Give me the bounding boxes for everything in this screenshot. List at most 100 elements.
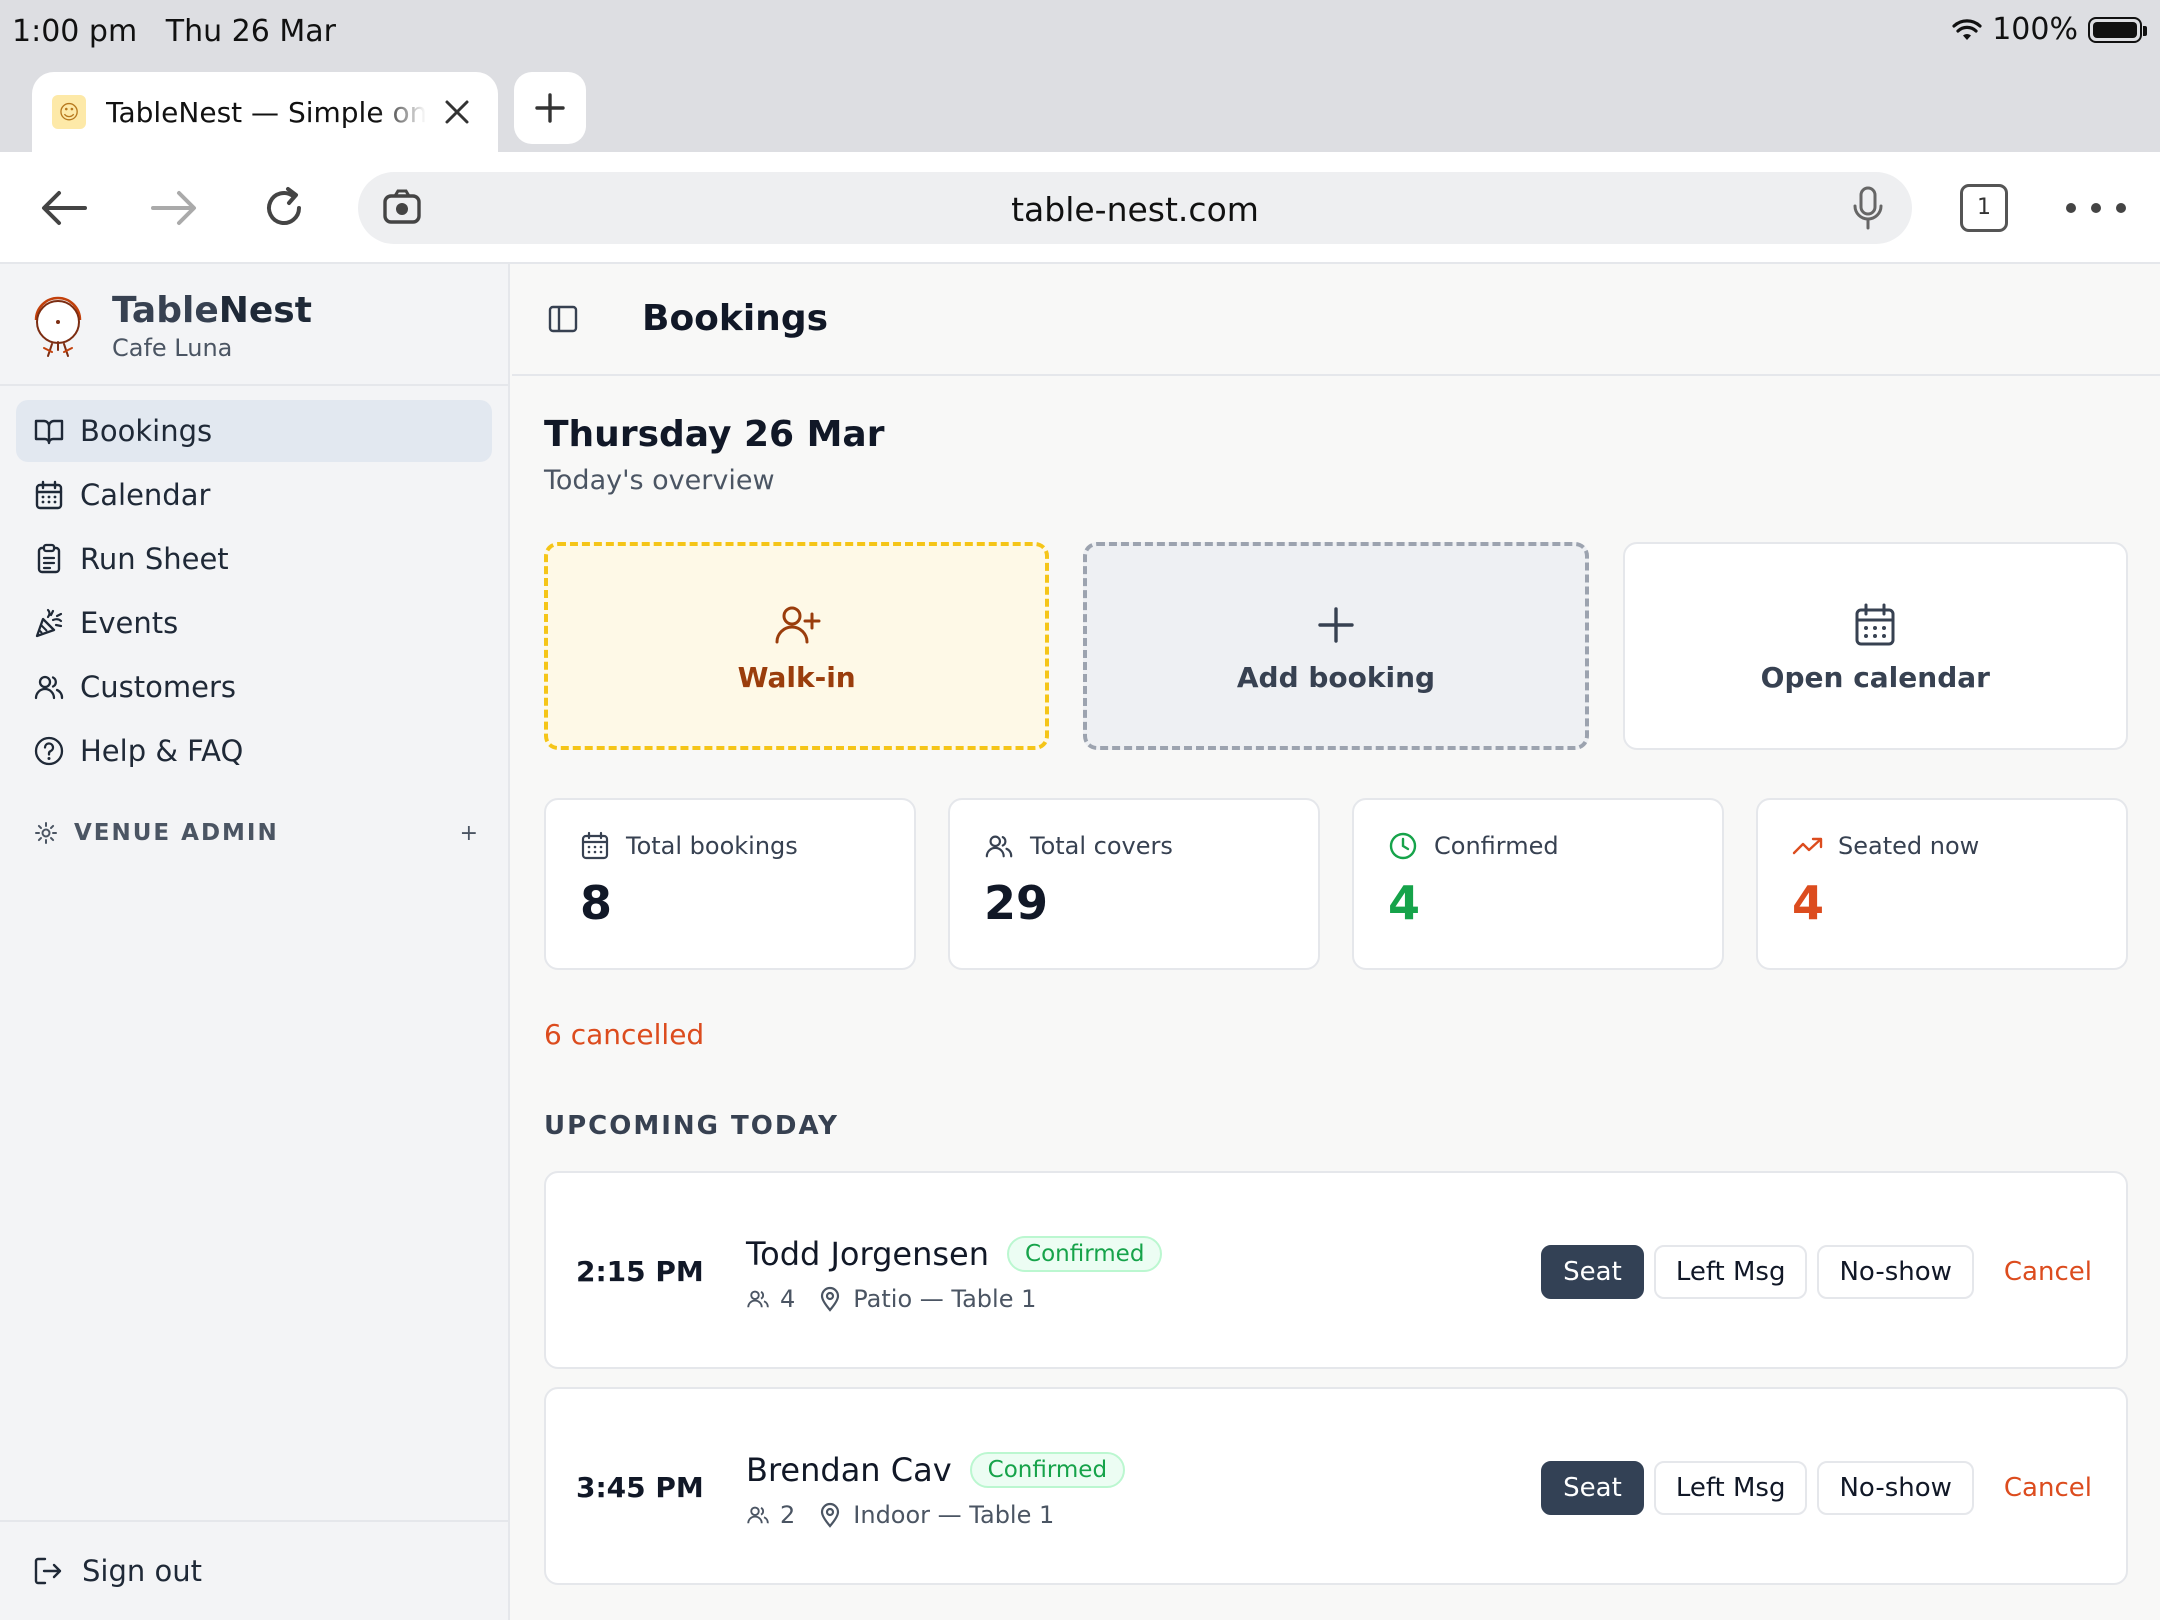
user-plus-icon: [771, 599, 823, 651]
sidebar-item-customers[interactable]: Customers: [16, 656, 492, 718]
users-icon: [984, 830, 1016, 862]
battery-percent: 100%: [1992, 12, 2078, 47]
users-icon: [746, 1502, 772, 1528]
battery-icon: [2088, 16, 2147, 43]
tab-count-button[interactable]: 1: [1960, 184, 2008, 232]
sidebar-item-label: Customers: [80, 670, 236, 704]
stat-total-covers: Total covers 29: [948, 798, 1320, 970]
gear-icon: [32, 819, 60, 847]
seat-button[interactable]: Seat: [1541, 1245, 1644, 1299]
status-right: 100%: [1952, 12, 2147, 47]
book-open-icon: [32, 414, 66, 448]
reload-icon: [267, 187, 301, 225]
stat-total-bookings: Total bookings 8: [544, 798, 916, 970]
venue-admin-label: VENUE ADMIN: [74, 820, 279, 846]
status-badge: Confirmed: [1007, 1236, 1163, 1272]
booking-name: Todd Jorgensen: [746, 1235, 990, 1273]
calendar-icon: [580, 830, 612, 862]
plus-icon: [1310, 599, 1362, 651]
stat-label: Confirmed: [1434, 832, 1559, 860]
sidebar-item-label: Run Sheet: [80, 542, 229, 576]
browser-toolbar: table-nest.com 1: [0, 152, 2160, 264]
plus-icon: [535, 93, 565, 123]
clock-icon: [1388, 830, 1420, 862]
sidebar-item-help[interactable]: Help & FAQ: [16, 720, 492, 782]
left-msg-button[interactable]: Left Msg: [1653, 1245, 1808, 1299]
close-tab-icon[interactable]: [440, 95, 474, 129]
microphone-icon[interactable]: [1846, 184, 1890, 232]
seat-button[interactable]: Seat: [1541, 1461, 1644, 1515]
stat-label: Total covers: [1030, 832, 1173, 860]
stats-row: Total bookings 8 Total covers 29 Confirm…: [544, 798, 2128, 970]
arrow-left-icon: [42, 191, 87, 225]
walk-in-label: Walk-in: [737, 660, 856, 694]
status-bar: 1:00 pm Thu 26 Mar 100%: [0, 0, 2160, 64]
address-bar[interactable]: table-nest.com: [358, 172, 1912, 244]
booking-row[interactable]: 2:15 PM Todd Jorgensen Confirmed 4 Patio…: [544, 1171, 2128, 1369]
forward-button[interactable]: [144, 178, 204, 238]
stat-label: Total bookings: [626, 832, 798, 860]
booking-location: Indoor — Table 1: [853, 1501, 1055, 1529]
main-content: Bookings Thursday 26 Mar Today's overvie…: [512, 264, 2160, 1620]
sidebar: TableNest Cafe Luna Bookings Calendar Ru…: [0, 264, 510, 1620]
tab-strip: ☺ TableNest — Simple online: [0, 64, 2160, 152]
sidebar-item-run-sheet[interactable]: Run Sheet: [16, 528, 492, 590]
booking-name: Brendan Cav: [746, 1451, 952, 1489]
sidebar-item-label: Events: [80, 606, 179, 640]
cancel-button[interactable]: Cancel: [1984, 1461, 2092, 1515]
expand-plus-icon[interactable]: +: [460, 821, 480, 846]
cancelled-count-link[interactable]: 6 cancelled: [544, 1018, 2128, 1051]
no-show-button[interactable]: No-show: [1817, 1461, 1974, 1515]
clipboard-icon: [32, 542, 66, 576]
sidebar-toggle-icon[interactable]: [546, 302, 580, 336]
walk-in-button[interactable]: Walk-in: [544, 542, 1050, 750]
booking-row[interactable]: 3:45 PM Brendan Cav Confirmed 2 Indoor —…: [544, 1387, 2128, 1585]
browser-tab[interactable]: ☺ TableNest — Simple online: [32, 72, 498, 152]
url-text: table-nest.com: [1011, 190, 1259, 229]
sign-out-button[interactable]: Sign out: [0, 1520, 508, 1620]
sidebar-item-bookings[interactable]: Bookings: [16, 400, 492, 462]
open-calendar-button[interactable]: Open calendar: [1622, 542, 2128, 750]
sidebar-nav: Bookings Calendar Run Sheet Events Custo…: [0, 386, 508, 782]
main-header: Bookings: [512, 264, 2160, 376]
reload-button[interactable]: [254, 178, 314, 238]
open-calendar-label: Open calendar: [1760, 660, 1990, 694]
sidebar-item-calendar[interactable]: Calendar: [16, 464, 492, 526]
new-tab-button[interactable]: [514, 72, 586, 144]
favicon-icon: ☺: [52, 95, 86, 129]
sidebar-item-events[interactable]: Events: [16, 592, 492, 654]
stat-value: 8: [580, 876, 613, 930]
brand-name: TableNest: [112, 290, 312, 331]
brand[interactable]: TableNest Cafe Luna: [0, 264, 508, 386]
back-button[interactable]: [34, 178, 94, 238]
sidebar-item-label: Calendar: [80, 478, 211, 512]
stat-confirmed: Confirmed 4: [1352, 798, 1724, 970]
more-menu-button[interactable]: [2066, 188, 2126, 228]
venue-admin-section[interactable]: VENUE ADMIN +: [16, 808, 492, 858]
cancel-button[interactable]: Cancel: [1984, 1245, 2092, 1299]
users-icon: [746, 1286, 772, 1312]
stat-value: 4: [1792, 876, 1825, 930]
log-out-icon: [32, 1554, 66, 1588]
map-pin-icon: [819, 1286, 845, 1312]
arrow-right-icon: [151, 191, 196, 225]
add-booking-label: Add booking: [1236, 660, 1436, 694]
overview-subtitle: Today's overview: [544, 465, 775, 496]
stat-value: 4: [1388, 876, 1421, 930]
page-title: Bookings: [642, 298, 829, 339]
sign-out-label: Sign out: [82, 1554, 202, 1588]
wifi-icon: [1952, 18, 1982, 40]
party-popper-icon: [32, 606, 66, 640]
sidebar-item-label: Bookings: [80, 414, 213, 448]
left-msg-button[interactable]: Left Msg: [1653, 1461, 1808, 1515]
venue-name: Cafe Luna: [112, 334, 233, 362]
date-heading: Thursday 26 Mar: [544, 414, 885, 455]
calendar-icon: [1849, 599, 1901, 651]
stat-seated-now: Seated now 4: [1756, 798, 2128, 970]
no-show-button[interactable]: No-show: [1817, 1245, 1974, 1299]
dashboard: Thursday 26 Mar Today's overview Walk-in…: [512, 414, 2160, 1585]
users-icon: [32, 670, 66, 704]
status-badge: Confirmed: [969, 1452, 1126, 1488]
add-booking-button[interactable]: Add booking: [1083, 542, 1589, 750]
booking-time: 2:15 PM: [576, 1255, 704, 1288]
